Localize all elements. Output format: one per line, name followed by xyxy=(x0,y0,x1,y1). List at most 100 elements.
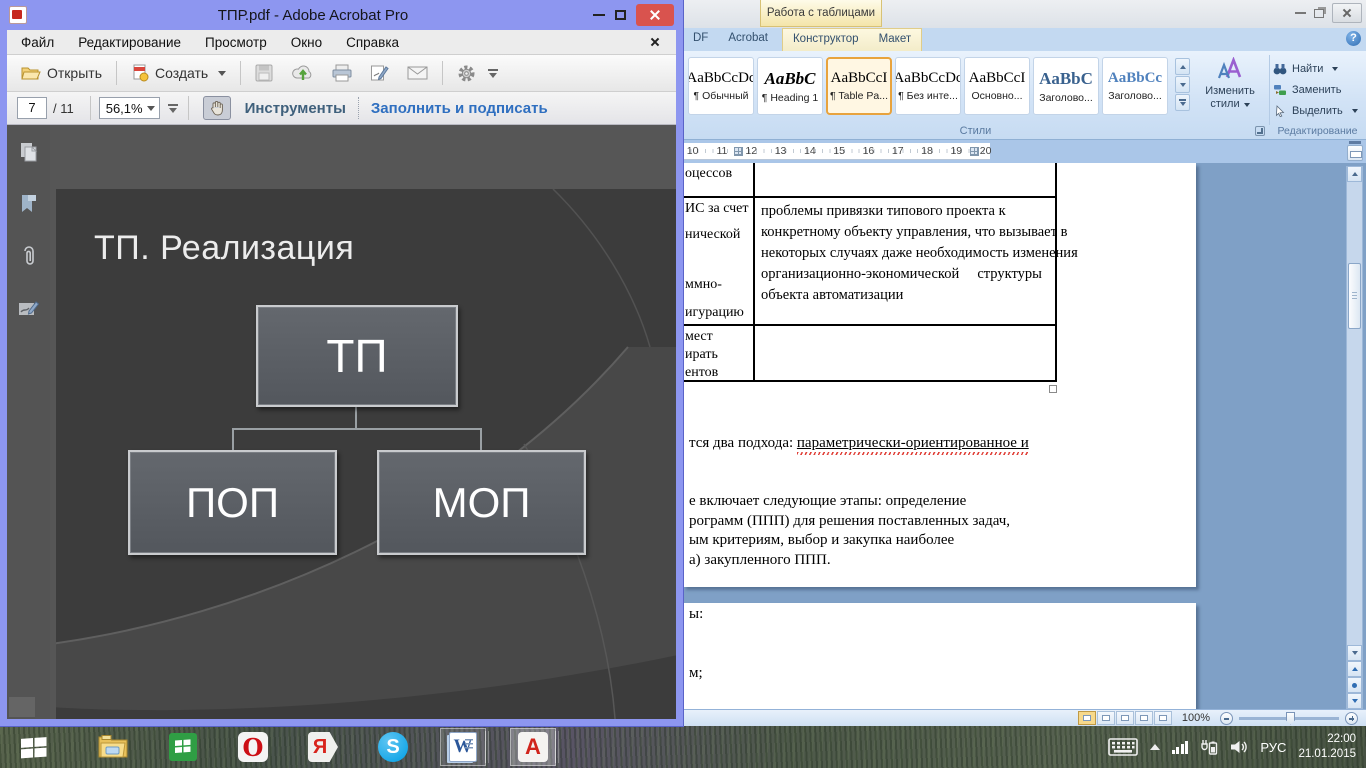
taskbar-yandex-browser[interactable]: Я xyxy=(300,728,346,766)
help-icon[interactable]: ? xyxy=(1346,31,1361,46)
tab-konstruktor[interactable]: Конструктор xyxy=(783,29,869,51)
next-page-button[interactable] xyxy=(1347,693,1362,709)
hand-tool-icon xyxy=(210,101,223,116)
acrobat-minimize-button[interactable] xyxy=(593,14,605,16)
document-close-icon[interactable] xyxy=(648,35,662,49)
menu-file[interactable]: Файл xyxy=(21,35,54,50)
menu-help[interactable]: Справка xyxy=(346,35,399,50)
word-close-button[interactable] xyxy=(1332,3,1362,23)
zoom-level[interactable]: 100% xyxy=(1182,712,1210,724)
acrobat-titlebar[interactable]: ТПР.pdf - Adobe Acrobat Pro xyxy=(7,0,676,30)
volume-icon[interactable] xyxy=(1230,739,1248,755)
open-button[interactable]: Открыть xyxy=(17,62,106,84)
zoom-level-select[interactable]: 56,1% xyxy=(98,97,160,119)
print-button[interactable] xyxy=(328,61,356,85)
tab-maket[interactable]: Макет xyxy=(869,29,922,51)
style-chip-heading-a[interactable]: AaBbC Заголово... xyxy=(1033,57,1099,115)
table-resize-handle[interactable] xyxy=(1049,385,1057,393)
email-button[interactable] xyxy=(403,62,432,84)
attachments-icon[interactable] xyxy=(20,245,38,269)
vertical-scrollbar[interactable] xyxy=(1346,166,1363,709)
draft-view-button[interactable] xyxy=(1153,711,1172,725)
share-cloud-button[interactable] xyxy=(288,61,318,85)
styles-dialog-launcher[interactable] xyxy=(1255,126,1265,136)
hand-tool-button[interactable] xyxy=(202,96,231,120)
style-chip-body[interactable]: AaBbCcI Основно... xyxy=(964,57,1030,115)
print-layout-view-button[interactable] xyxy=(1077,711,1096,725)
previous-page-button[interactable] xyxy=(1347,661,1362,677)
battery-plug-icon[interactable] xyxy=(1200,738,1218,756)
word-restore-button[interactable] xyxy=(1314,8,1324,18)
taskbar-windows-store[interactable] xyxy=(160,728,206,766)
scroll-up-button[interactable] xyxy=(1347,166,1362,182)
select-button[interactable]: Выделить xyxy=(1273,100,1365,121)
taskbar-opera[interactable]: O xyxy=(230,728,276,766)
zoom-overflow-button[interactable] xyxy=(167,103,178,113)
table-cell: ИС за счет нической ммно- игурацию xyxy=(683,198,755,324)
network-signal-icon[interactable] xyxy=(1171,740,1189,754)
bookmarks-icon[interactable] xyxy=(19,193,39,215)
tools-panel-button[interactable]: Инструменты xyxy=(245,100,346,117)
word-minimize-button[interactable] xyxy=(1295,12,1306,14)
zoom-out-button[interactable] xyxy=(1220,711,1233,725)
scroll-down-button[interactable] xyxy=(1347,645,1362,661)
save-button[interactable] xyxy=(251,61,278,85)
replace-button[interactable]: Заменить xyxy=(1273,79,1365,100)
page-number-input[interactable]: 7 xyxy=(17,97,47,119)
create-button[interactable]: Создать xyxy=(127,61,230,85)
toolbar-overflow-button[interactable] xyxy=(488,68,499,78)
style-chip-table-paragraph[interactable]: AaBbCcI ¶ Table Pa... xyxy=(826,57,892,115)
dropdown-caret xyxy=(1332,66,1339,71)
change-styles-button[interactable]: Изменить стили xyxy=(1195,56,1265,111)
table-column-marker[interactable] xyxy=(970,147,979,156)
taskbar-clock[interactable]: 22:00 21.01.2015 xyxy=(1298,732,1356,762)
touch-keyboard-icon[interactable] xyxy=(1108,737,1138,757)
style-chip-normal[interactable]: AaBbCcDc ¶ Обычный xyxy=(688,57,754,115)
tab-pdf-cut[interactable]: DF xyxy=(683,28,718,51)
menu-edit[interactable]: Редактирование xyxy=(78,35,181,50)
find-button[interactable]: Найти xyxy=(1273,58,1365,79)
web-layout-view-button[interactable] xyxy=(1115,711,1134,725)
document-page-2[interactable]: ы: м; xyxy=(683,603,1196,709)
sign-button[interactable] xyxy=(366,61,393,85)
split-window-handle[interactable] xyxy=(1349,141,1361,144)
fill-sign-panel-button[interactable]: Заполнить и подписать xyxy=(371,100,548,117)
styles-scroll-down-button[interactable] xyxy=(1175,76,1190,93)
style-chip-heading-b[interactable]: AaBbCc Заголово... xyxy=(1102,57,1168,115)
scrollbar-thumb[interactable] xyxy=(1348,263,1361,329)
start-button[interactable] xyxy=(6,728,62,766)
cloud-upload-icon xyxy=(292,65,312,80)
ruler-toggle-button[interactable] xyxy=(1347,145,1363,161)
table-column-marker[interactable] xyxy=(734,147,743,156)
acrobat-maximize-button[interactable] xyxy=(615,10,626,20)
taskbar-acrobat[interactable]: A xyxy=(510,728,559,766)
zoom-in-button[interactable] xyxy=(1345,711,1358,725)
pdf-document-area[interactable]: ТП. Реализация ТП ПОП МОП xyxy=(50,125,676,719)
show-hidden-icons-button[interactable] xyxy=(1149,744,1160,750)
document-page-1[interactable]: оцессов ИС за счет нической ммно- игурац… xyxy=(683,163,1196,587)
page-thumbnails-icon[interactable] xyxy=(18,141,40,163)
zoom-slider-thumb[interactable] xyxy=(1286,711,1295,725)
zoom-slider-track[interactable] xyxy=(1239,711,1339,725)
language-indicator[interactable]: РУС xyxy=(1260,740,1286,755)
fullscreen-reading-view-button[interactable] xyxy=(1096,711,1115,725)
paragraph: тся два подхода: параметрически-ориентир… xyxy=(689,435,1029,451)
menu-window[interactable]: Окно xyxy=(291,35,322,50)
styles-scroll-up-button[interactable] xyxy=(1175,58,1190,75)
style-chip-no-spacing[interactable]: AaBbCcDc ¶ Без инте... xyxy=(895,57,961,115)
taskbar-file-explorer[interactable] xyxy=(90,728,136,766)
style-chip-heading1[interactable]: AaBbC ¶ Heading 1 xyxy=(757,57,823,115)
signatures-icon[interactable] xyxy=(17,299,41,319)
taskbar-skype[interactable]: S xyxy=(370,728,416,766)
select-browse-object-button[interactable] xyxy=(1347,677,1362,693)
acrobat-close-button[interactable] xyxy=(636,4,674,26)
settings-button[interactable] xyxy=(453,61,480,86)
word-ribbon: AaBbCcDc ¶ Обычный AaBbC ¶ Heading 1 AaB… xyxy=(683,51,1366,140)
acrobat-toolbar-nav: 7 / 11 56,1% Инструменты Заполнить и под… xyxy=(7,92,676,125)
styles-more-button[interactable] xyxy=(1175,94,1190,111)
tab-acrobat[interactable]: Acrobat xyxy=(718,28,778,51)
taskbar-word[interactable]: W xyxy=(440,728,489,766)
outline-view-button[interactable] xyxy=(1134,711,1153,725)
menu-view[interactable]: Просмотр xyxy=(205,35,267,50)
horizontal-ruler[interactable]: 10 11 12 13 14 15 16 17 18 19 20 xyxy=(683,143,991,160)
